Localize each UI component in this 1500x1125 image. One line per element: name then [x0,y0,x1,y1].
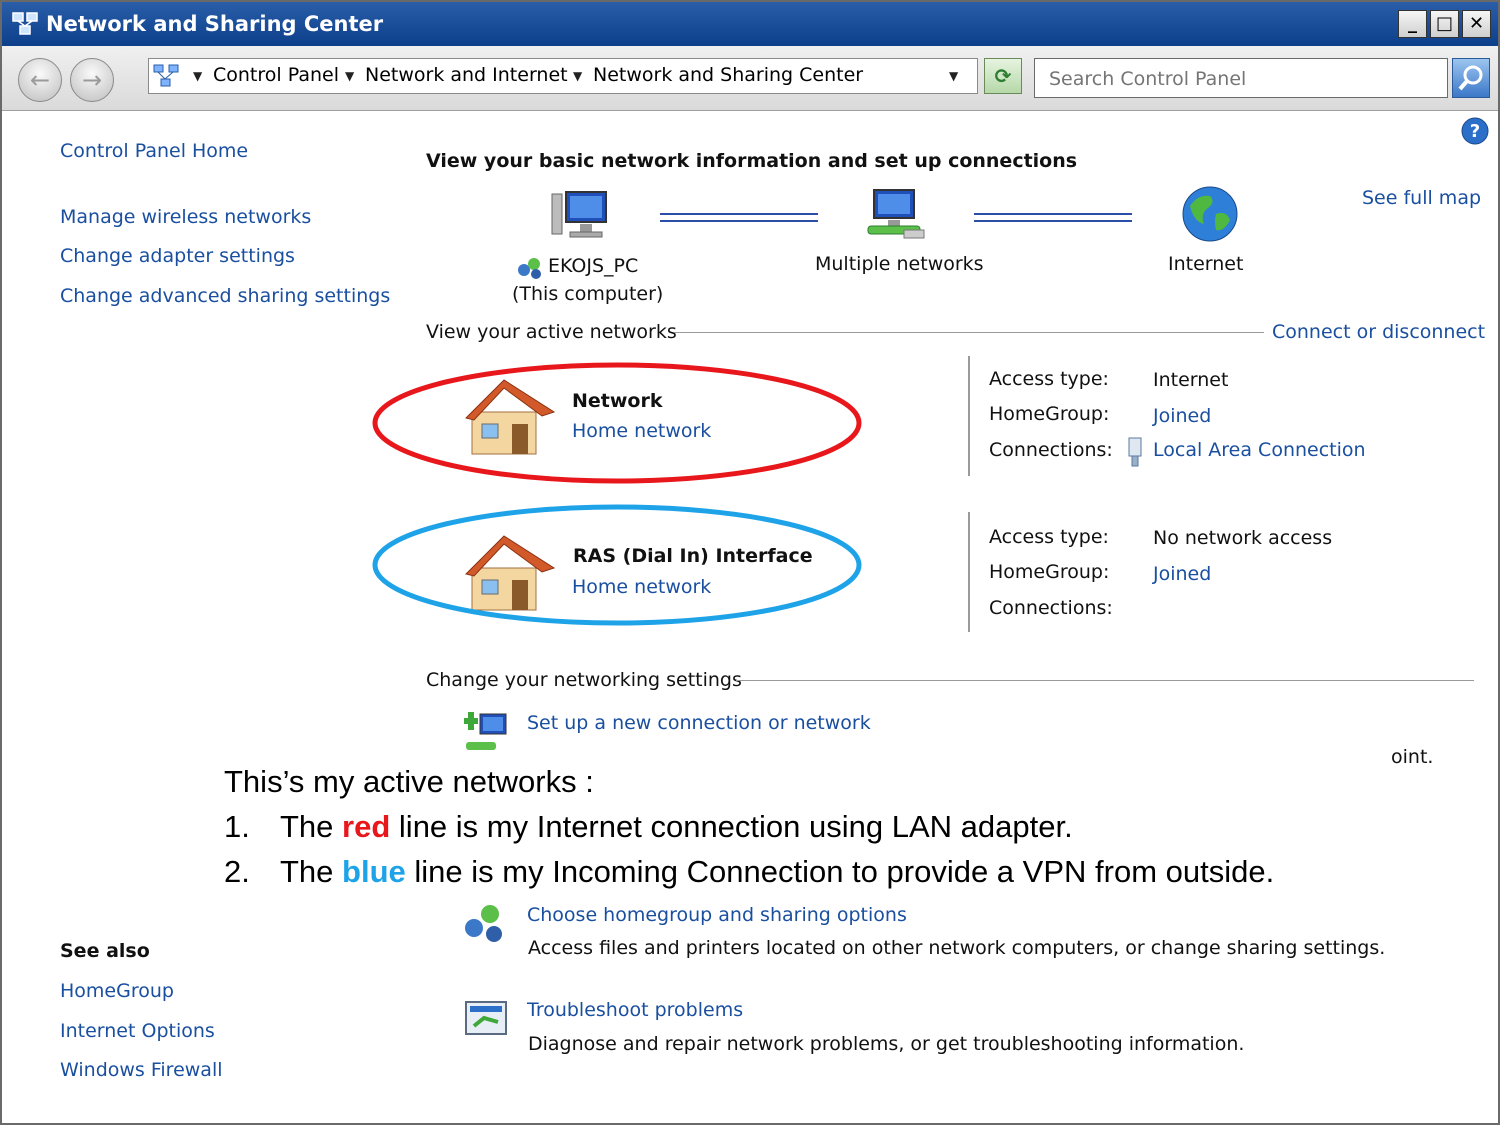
blue-ellipse [372,504,862,626]
annotation-text: line is my Internet connection using LAN… [398,809,1073,844]
red-word: red [342,809,391,844]
setup-new-connection-link[interactable]: Set up a new connection or network [527,712,871,734]
internet-options-link[interactable]: Internet Options [60,1020,215,1042]
annotation-line-1: The red line is my Internet connection u… [280,809,1073,845]
clipped-description: oint. [1391,746,1434,768]
see-also-heading: See also [60,940,150,962]
homegroup-description: Access files and printers located on oth… [528,937,1386,959]
troubleshoot-link[interactable]: Troubleshoot problems [527,999,743,1021]
homegroup-link[interactable]: HomeGroup [60,980,174,1002]
list-number: 1. [224,809,250,844]
annotation-line-2: The blue line is my Incoming Connection … [280,854,1274,890]
windows-firewall-link[interactable]: Windows Firewall [60,1059,223,1081]
network-sharing-center-window: Network and Sharing Center _ □ ✕ ← → ▼ C… [0,0,1500,1125]
new-connection-icon [464,712,507,750]
homegroup-icon [465,905,502,942]
list-number: 2. [224,854,250,889]
annotation-ellipses [372,362,862,626]
annotation-text: The [280,809,334,844]
annotation-intro: This’s my active networks : [224,764,594,799]
divider [736,680,1474,681]
red-ellipse [372,362,862,484]
choose-homegroup-link[interactable]: Choose homegroup and sharing options [527,904,907,926]
change-settings-label: Change your networking settings [426,669,742,691]
annotation-item-1: 1. The red line is my Internet connectio… [224,809,1073,845]
annotation-text: line is my Incoming Connection to provid… [414,854,1275,889]
blue-word: blue [342,854,406,889]
troubleshoot-description: Diagnose and repair network problems, or… [528,1033,1245,1055]
troubleshoot-icon [465,1001,507,1035]
annotation-item-2: 2. The blue line is my Incoming Connecti… [224,854,1274,890]
annotation-text: The [280,854,334,889]
